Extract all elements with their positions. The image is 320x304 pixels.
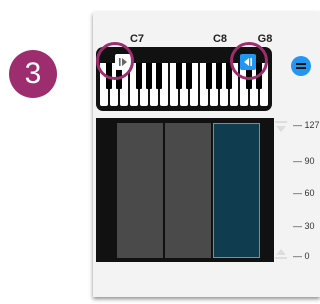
scale-tick-90: — 90 <box>293 156 315 166</box>
note-grid[interactable] <box>96 118 274 262</box>
note-label-c7: C7 <box>129 33 145 45</box>
black-key <box>176 63 182 89</box>
scale-tick-127: — 127 <box>293 120 320 130</box>
triangle-down-icon <box>276 126 286 132</box>
step-badge: 3 <box>9 50 57 98</box>
note-lane-selected[interactable] <box>213 123 260 258</box>
note-lane[interactable] <box>165 123 211 258</box>
note-label-g8: G8 <box>257 33 273 45</box>
black-key <box>136 63 142 89</box>
note-label-c8: C8 <box>212 33 228 45</box>
scale-tick-0: — 0 <box>293 251 310 261</box>
black-key <box>156 63 162 89</box>
scroll-down-button[interactable] <box>274 245 288 261</box>
triangle-up-icon <box>276 249 286 255</box>
scroll-up-button[interactable] <box>274 120 288 136</box>
black-key <box>216 63 222 89</box>
scale-tick-60: — 60 <box>293 188 315 198</box>
equals-icon <box>296 63 306 69</box>
note-lane[interactable] <box>117 123 163 258</box>
highlight-circle-start <box>96 42 134 80</box>
scale-tick-30: — 30 <box>293 221 315 231</box>
zoom-button[interactable] <box>291 56 311 76</box>
black-key <box>186 63 192 89</box>
black-key <box>146 63 152 89</box>
black-key <box>206 63 212 89</box>
highlight-circle-end <box>230 42 268 80</box>
